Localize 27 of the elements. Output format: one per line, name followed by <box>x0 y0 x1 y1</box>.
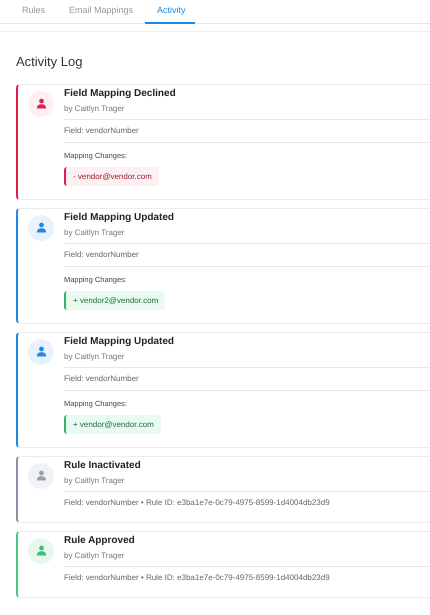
tab[interactable]: Email Mappings <box>57 0 146 24</box>
event-detail: Field: vendorNumber • Rule ID: e3ba1e7e-0c79-4975-8599-1d4004db23d9 <box>64 496 330 508</box>
event-author: by Caitlyn Trager <box>64 550 124 560</box>
event-author: by Caitlyn Trager <box>64 352 124 362</box>
person-icon <box>36 545 46 556</box>
change-chip: + vendor2@vendor.com <box>64 290 166 310</box>
event-title: Rule Inactivated <box>64 460 141 472</box>
event-title: Field Mapping Declined <box>64 88 176 100</box>
change-chip: - vendor@vendor.com <box>64 166 159 186</box>
change-chip: + vendor@vendor.com <box>64 414 161 434</box>
person-icon <box>36 346 46 357</box>
tab[interactable]: Activity <box>145 0 196 24</box>
event-detail: Field: vendorNumber <box>64 372 139 384</box>
event-detail: Field: vendorNumber • Rule ID: e3ba1e7e-0c79-4975-8599-1d4004db23d9 <box>64 572 330 584</box>
event-author: by Caitlyn Trager <box>64 476 124 486</box>
event-detail: Field: vendorNumber <box>64 248 139 260</box>
event-title: Rule Approved <box>64 534 135 546</box>
section-title: Activity Log <box>16 53 82 71</box>
tab[interactable]: Rules <box>10 0 58 24</box>
event-author: by Caitlyn Trager <box>64 104 124 114</box>
event-title: Field Mapping Updated <box>64 212 174 224</box>
event-detail: Field: vendorNumber <box>64 124 139 136</box>
event-author: by Caitlyn Trager <box>64 228 124 238</box>
person-icon <box>36 470 46 481</box>
person-icon <box>36 98 46 109</box>
person-icon <box>36 222 46 233</box>
event-title: Field Mapping Updated <box>64 336 174 348</box>
